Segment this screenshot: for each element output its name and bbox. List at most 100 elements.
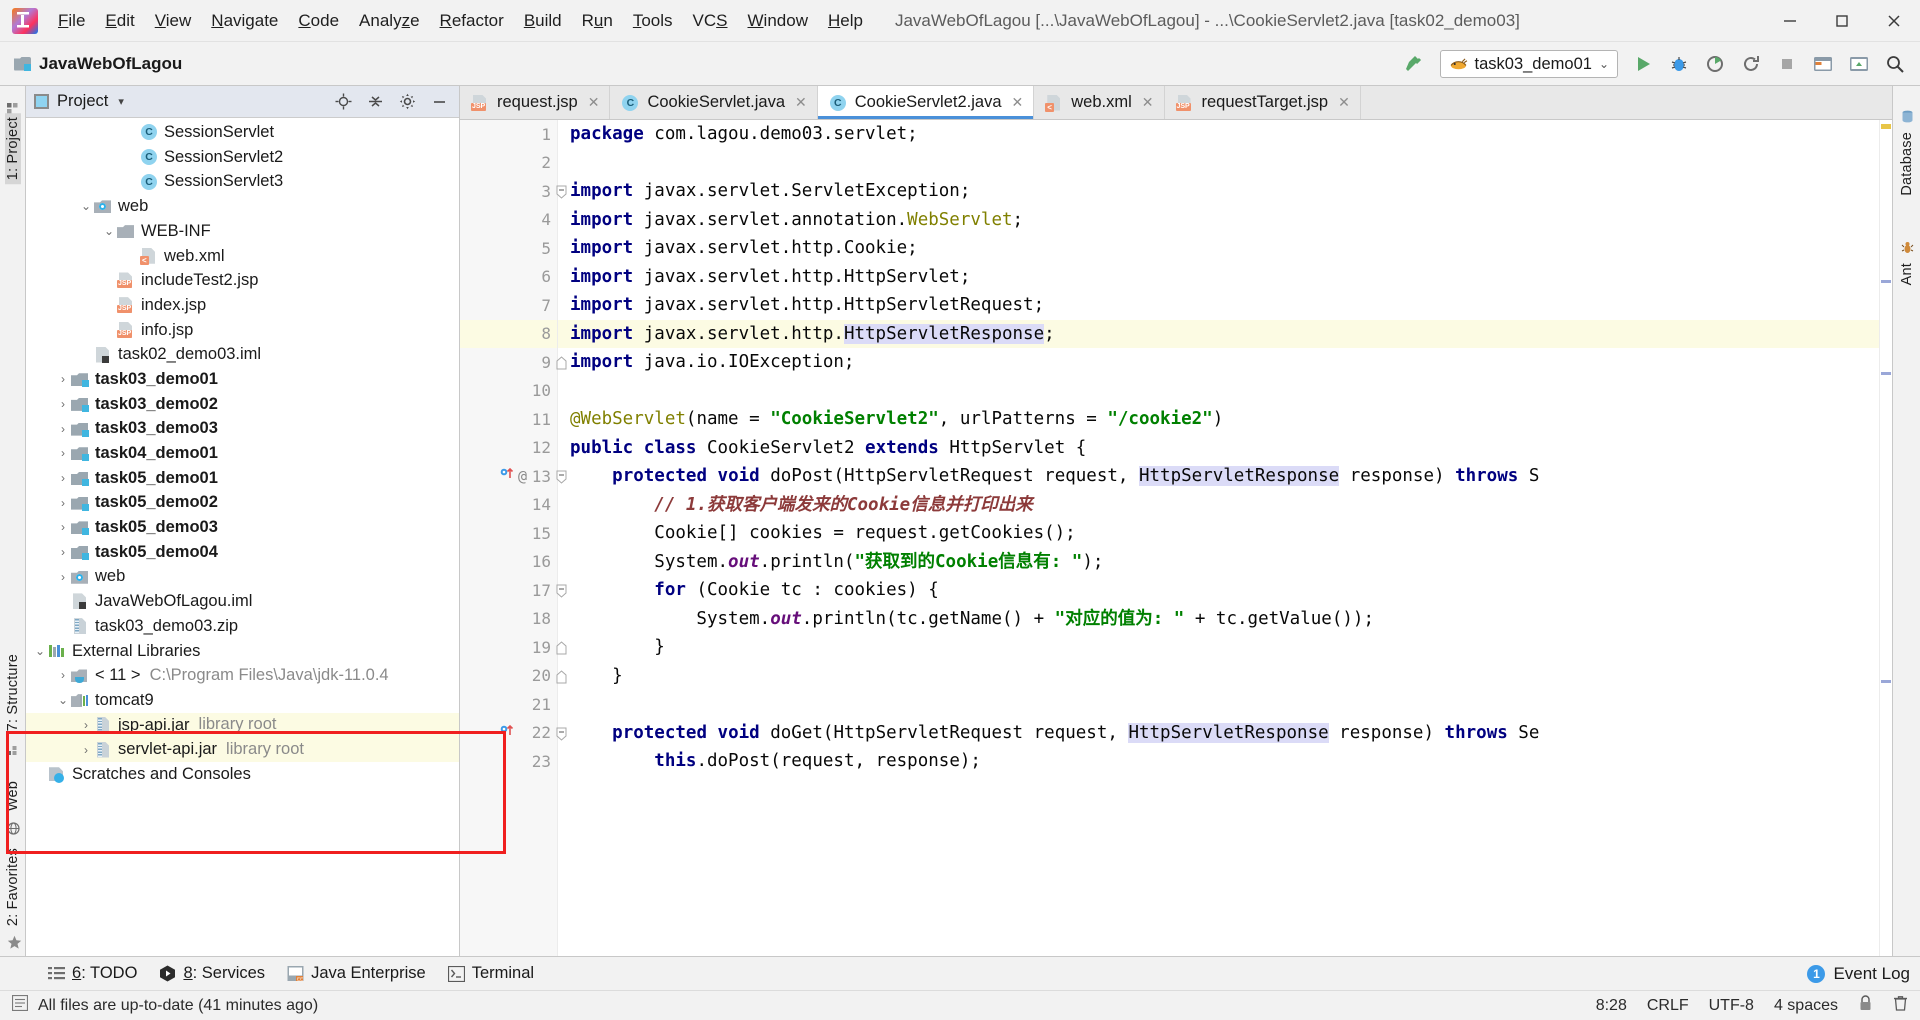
tree-item-info-jsp[interactable]: info.jsp <box>26 318 459 343</box>
sidebar-item-favorites[interactable]: 2: Favorites <box>5 844 21 930</box>
tree-item-task03-demo03-zip[interactable]: task03_demo03.zip <box>26 614 459 639</box>
code-line[interactable]: package com.lagou.demo03.servlet; <box>570 120 1892 149</box>
code-line[interactable] <box>570 377 1892 406</box>
search-everywhere-icon[interactable] <box>1878 47 1912 81</box>
gutter-line[interactable]: 8 <box>460 319 557 348</box>
code-line[interactable]: for (Cookie tc : cookies) { <box>570 576 1892 605</box>
chevron-right-icon[interactable]: › <box>78 719 94 731</box>
file-encoding[interactable]: UTF-8 <box>1709 997 1754 1015</box>
gutter-line[interactable]: 11 <box>460 405 557 434</box>
sidebar-item-database[interactable]: Database <box>1899 128 1915 200</box>
chevron-right-icon[interactable]: › <box>55 521 71 533</box>
code-line[interactable]: protected void doPost(HttpServletRequest… <box>570 462 1892 491</box>
tool-button-services[interactable]: 8: Services <box>149 961 275 986</box>
code-line[interactable]: } <box>570 662 1892 691</box>
tree-item-task05-demo04[interactable]: › task05_demo04 <box>26 540 459 565</box>
menu-item-analyze[interactable]: Analyze <box>349 7 430 35</box>
tree-item-web[interactable]: › web <box>26 564 459 589</box>
tree-item-includetest2-jsp[interactable]: includeTest2.jsp <box>26 268 459 293</box>
editor-tab-bar[interactable]: request.jsp✕CookieServlet.java✕CookieSer… <box>460 86 1892 120</box>
chevron-right-icon[interactable]: › <box>55 546 71 558</box>
close-button[interactable] <box>1868 0 1920 42</box>
code-line[interactable]: // 1.获取客户端发来的Cookie信息并打印出来 <box>570 491 1892 520</box>
tool-button-terminal[interactable]: Terminal <box>438 961 544 986</box>
minimize-button[interactable] <box>1764 0 1816 42</box>
event-log-button[interactable]: 1 Event Log <box>1807 964 1910 984</box>
code-line[interactable] <box>570 149 1892 178</box>
close-tab-icon[interactable]: ✕ <box>588 94 600 111</box>
tree-item-web-xml[interactable]: web.xml <box>26 243 459 268</box>
run-button[interactable] <box>1626 47 1660 81</box>
editor-tab-cookieservlet2-java[interactable]: CookieServlet2.java ✕ <box>817 86 1035 119</box>
close-tab-icon[interactable]: ✕ <box>795 94 807 111</box>
menu-item-edit[interactable]: Edit <box>95 7 144 35</box>
chevron-down-icon[interactable]: ⌄ <box>55 694 71 706</box>
editor-tab-cookieservlet-java[interactable]: CookieServlet.java ✕ <box>610 86 818 119</box>
project-tree[interactable]: SessionServlet SessionServlet2 SessionServ… <box>26 118 459 956</box>
override-method-icon[interactable] <box>500 723 516 743</box>
gutter-line[interactable]: 2 <box>460 149 557 178</box>
code-line[interactable]: System.out.println("获取到的Cookie信息有: "); <box>570 548 1892 577</box>
code-line[interactable] <box>570 690 1892 719</box>
code-line[interactable]: import javax.servlet.http.HttpServletRes… <box>558 319 1892 348</box>
chevron-down-icon[interactable]: ⌄ <box>1599 57 1609 71</box>
gutter-line[interactable]: 3 <box>460 177 567 206</box>
editor-tab-requesttarget-jsp[interactable]: requestTarget.jsp ✕ <box>1164 86 1361 119</box>
gutter-line[interactable]: 14 <box>460 491 557 520</box>
gutter-line[interactable]: 18 <box>460 605 557 634</box>
tree-item-sessionservlet2[interactable]: SessionServlet2 <box>26 145 459 170</box>
chevron-right-icon[interactable]: › <box>55 497 71 509</box>
chevron-right-icon[interactable]: › <box>55 669 71 681</box>
menu-item-view[interactable]: View <box>145 7 202 35</box>
gutter-line[interactable]: 16 <box>460 548 557 577</box>
code-line[interactable]: import javax.servlet.http.HttpServletReq… <box>570 291 1892 320</box>
hide-panel-icon[interactable] <box>427 90 451 114</box>
chevron-right-icon[interactable]: › <box>55 423 71 435</box>
menu-item-tools[interactable]: Tools <box>623 7 683 35</box>
caret-position[interactable]: 8:28 <box>1596 997 1627 1015</box>
gutter-line[interactable]: 23 <box>460 747 557 776</box>
tree-item-task05-demo03[interactable]: › task05_demo03 <box>26 515 459 540</box>
tree-item-external-libraries[interactable]: ⌄ External Libraries <box>26 638 459 663</box>
tree-item-sessionservlet3[interactable]: SessionServlet3 <box>26 169 459 194</box>
chevron-right-icon[interactable]: › <box>55 373 71 385</box>
chevron-right-icon[interactable]: › <box>55 447 71 459</box>
gutter-line[interactable]: 17 <box>460 576 567 605</box>
editor-gutter[interactable]: 1 2 3 4 5 6 7 8 9 10 11 12 @13 14 15 16 17 18 19 20 21 22 23 <box>460 120 567 956</box>
override-method-icon[interactable] <box>500 466 516 486</box>
gutter-line[interactable]: 1 <box>460 120 557 149</box>
tree-item-jsp-api-jar[interactable]: › jsp-api.jar library root <box>26 712 459 738</box>
tree-item-javaweboflagou-iml[interactable]: JavaWebOfLagou.iml <box>26 589 459 614</box>
code-line[interactable]: import javax.servlet.ServletException; <box>570 177 1892 206</box>
code-line[interactable]: System.out.println(tc.getName() + "对应的值为… <box>570 605 1892 634</box>
gutter-line[interactable]: @13 <box>460 462 567 491</box>
tree-item-task04-demo01[interactable]: › task04_demo01 <box>26 441 459 466</box>
sidebar-item-ant[interactable]: Ant <box>1899 259 1915 289</box>
run-with-coverage-button[interactable] <box>1698 47 1732 81</box>
tree-item-task03-demo01[interactable]: › task03_demo01 <box>26 367 459 392</box>
chevron-down-icon[interactable]: ⌄ <box>32 645 48 657</box>
tree-item-task02-demo03-iml[interactable]: task02_demo03.iml <box>26 342 459 367</box>
chevron-right-icon[interactable]: › <box>55 571 71 583</box>
gutter-line[interactable]: 22 <box>460 719 567 748</box>
locate-file-icon[interactable] <box>331 90 355 114</box>
menu-item-refactor[interactable]: Refactor <box>430 7 514 35</box>
tree-item-scratches-and-consoles[interactable]: Scratches and Consoles <box>26 762 459 787</box>
gutter-line[interactable]: 15 <box>460 519 557 548</box>
menu-item-run[interactable]: Run <box>572 7 623 35</box>
chevron-down-icon[interactable]: ⌄ <box>101 225 117 237</box>
build-hammer-icon[interactable] <box>1398 47 1432 81</box>
debug-button[interactable] <box>1662 47 1696 81</box>
rerun-button[interactable] <box>1734 47 1768 81</box>
code-line[interactable]: import javax.servlet.http.Cookie; <box>570 234 1892 263</box>
chevron-right-icon[interactable]: › <box>55 472 71 484</box>
close-tab-icon[interactable]: ✕ <box>1142 94 1154 111</box>
gutter-line[interactable]: 12 <box>460 434 557 463</box>
tool-button-todo[interactable]: 6: TODO <box>38 961 147 986</box>
menu-item-window[interactable]: Window <box>738 7 818 35</box>
tree-item-web[interactable]: ⌄ web <box>26 194 459 219</box>
tree-item-task05-demo01[interactable]: › task05_demo01 <box>26 466 459 491</box>
menu-item-code[interactable]: Code <box>288 7 349 35</box>
gutter-line[interactable]: 9 <box>460 348 567 377</box>
trash-icon[interactable] <box>1893 995 1908 1016</box>
